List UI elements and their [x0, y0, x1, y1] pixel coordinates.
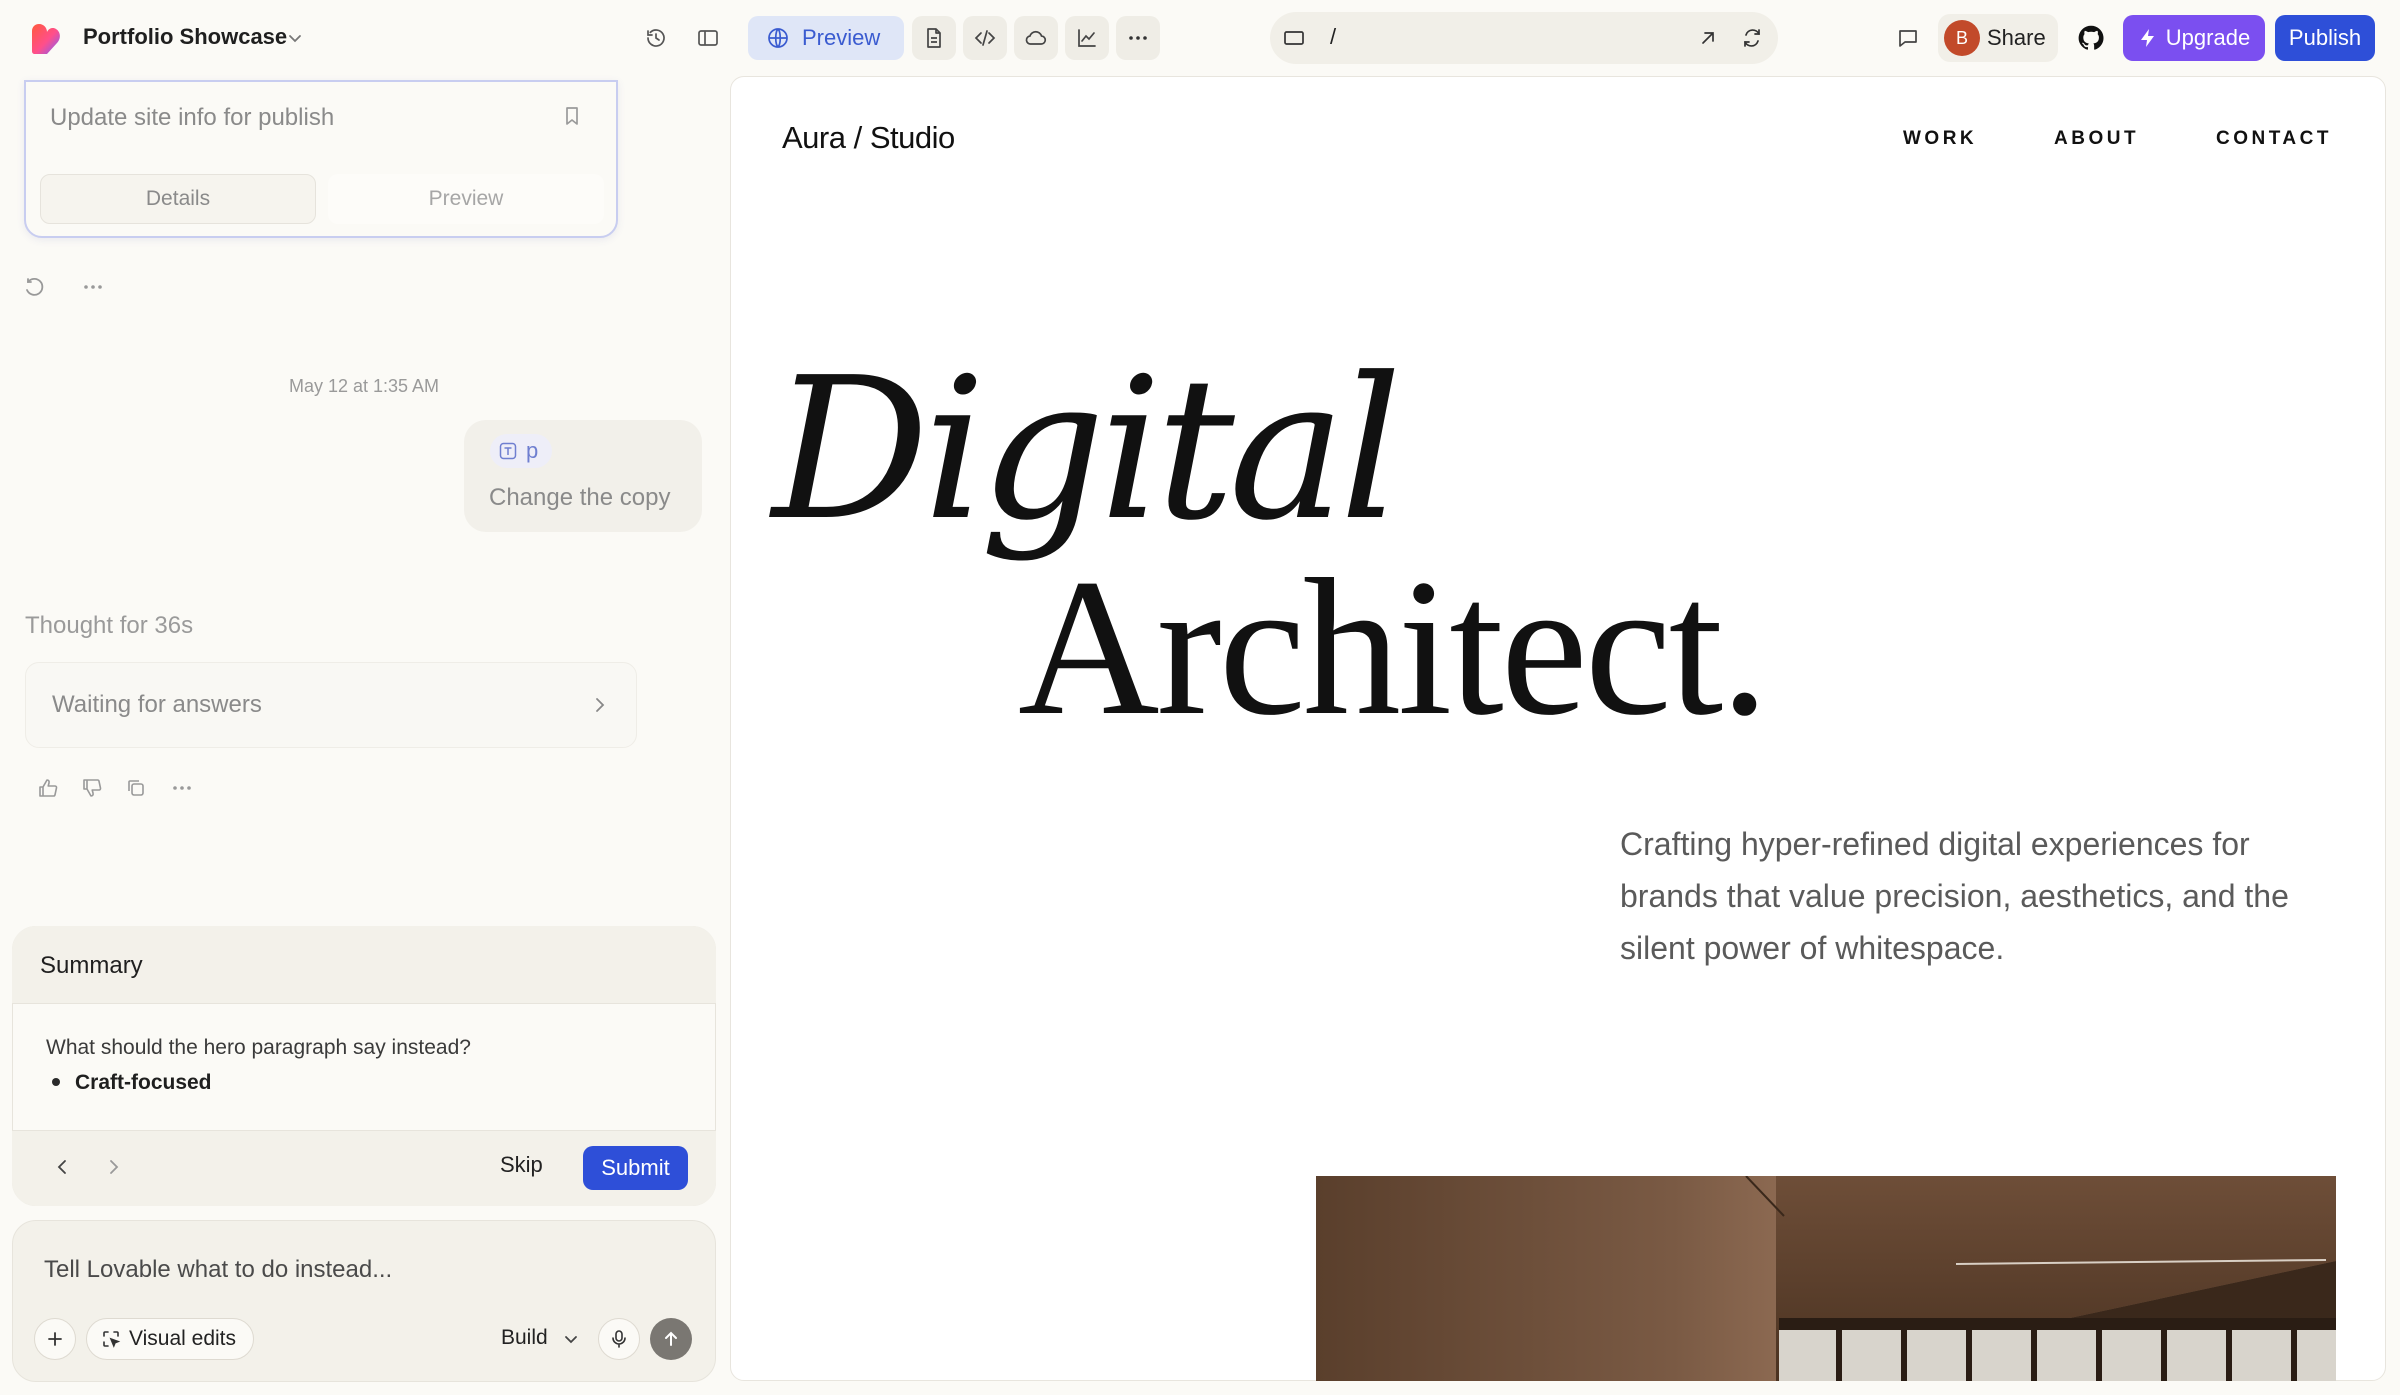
chevron-right-icon: [589, 694, 611, 716]
lightning-icon: [2140, 29, 2154, 47]
summary-question: What should the hero paragraph say inste…: [46, 1036, 471, 1059]
avatar[interactable]: B: [1944, 20, 1980, 56]
bullet-icon: [52, 1078, 60, 1086]
site-nav-work[interactable]: WORK: [1903, 128, 1977, 150]
site-nav-contact[interactable]: CONTACT: [2216, 128, 2332, 150]
message-timestamp: May 12 at 1:35 AM: [288, 376, 440, 396]
thumbs-up-icon[interactable]: [36, 776, 60, 800]
arrow-up-icon: [665, 1331, 677, 1346]
more-icon[interactable]: [80, 274, 106, 300]
globe-icon: [768, 28, 788, 48]
mention-chip[interactable]: p: [490, 434, 552, 468]
file-icon[interactable]: [912, 16, 956, 60]
github-icon[interactable]: [2077, 24, 2105, 52]
preview-label: Preview: [802, 25, 881, 50]
lovable-logo-icon[interactable]: [30, 22, 64, 56]
chevron-right-icon[interactable]: [102, 1156, 124, 1178]
tab-preview[interactable]: Preview: [328, 174, 604, 224]
device-icon[interactable]: [1282, 26, 1306, 50]
history-icon[interactable]: [634, 16, 678, 60]
microphone-icon: [612, 1330, 626, 1348]
chat-input[interactable]: [44, 1256, 664, 1284]
cloud-icon[interactable]: [1014, 16, 1058, 60]
summary-answer: Craft-focused: [75, 1071, 212, 1094]
code-icon[interactable]: [963, 16, 1007, 60]
site-nav-about[interactable]: ABOUT: [2054, 128, 2139, 150]
publish-button[interactable]: Publish: [2275, 15, 2375, 61]
bookmark-icon[interactable]: [560, 104, 584, 128]
more-icon[interactable]: [170, 776, 194, 800]
skip-button[interactable]: Skip: [500, 1152, 543, 1178]
sidebar-toggle-icon[interactable]: [686, 16, 730, 60]
share-label[interactable]: Share: [1987, 25, 2046, 51]
chevron-left-icon[interactable]: [52, 1156, 74, 1178]
visual-edits-label: Visual edits: [129, 1327, 237, 1350]
upgrade-button[interactable]: Upgrade: [2123, 15, 2265, 61]
plus-icon: [48, 1332, 62, 1346]
upgrade-label: Upgrade: [2165, 25, 2251, 50]
hero-image: [1316, 1176, 2336, 1381]
thumbs-down-icon[interactable]: [80, 776, 104, 800]
send-button[interactable]: [650, 1318, 692, 1360]
task-card-title: Update site info for publish: [50, 104, 335, 131]
add-attachment-button[interactable]: [34, 1318, 76, 1360]
mode-selector[interactable]: Build: [501, 1326, 548, 1350]
submit-button[interactable]: Submit: [583, 1146, 688, 1190]
open-external-icon[interactable]: [1696, 26, 1720, 50]
refresh-icon[interactable]: [1740, 26, 1764, 50]
text-element-icon: [499, 442, 517, 460]
user-message-text: Change the copy: [489, 484, 671, 511]
thought-duration[interactable]: Thought for 36s: [25, 612, 193, 640]
analytics-icon[interactable]: [1065, 16, 1109, 60]
url-path[interactable]: /: [1330, 24, 1336, 50]
mention-label: p: [526, 438, 539, 463]
preview-button[interactable]: Preview: [748, 16, 904, 60]
microphone-button[interactable]: [598, 1318, 640, 1360]
hero-heading-line-1: Digital: [772, 336, 1402, 564]
comment-icon[interactable]: [1886, 16, 1930, 60]
site-logo[interactable]: Aura / Studio: [782, 120, 955, 156]
summary-title: Summary: [40, 952, 143, 979]
project-name[interactable]: Portfolio Showcase: [83, 24, 287, 50]
undo-icon[interactable]: [22, 274, 48, 300]
tab-details[interactable]: Details: [40, 174, 316, 224]
visual-edits-button[interactable]: Visual edits: [86, 1318, 254, 1360]
copy-icon[interactable]: [124, 776, 148, 800]
chevron-down-icon[interactable]: [286, 29, 304, 47]
hero-heading-line-2: Architect.: [1018, 539, 1769, 756]
waiting-card-label: Waiting for answers: [52, 691, 262, 718]
chevron-down-icon[interactable]: [562, 1330, 580, 1348]
more-icon[interactable]: [1116, 16, 1160, 60]
hero-paragraph: Crafting hyper-refined digital experienc…: [1620, 826, 2289, 966]
cursor-select-icon: [103, 1331, 121, 1348]
